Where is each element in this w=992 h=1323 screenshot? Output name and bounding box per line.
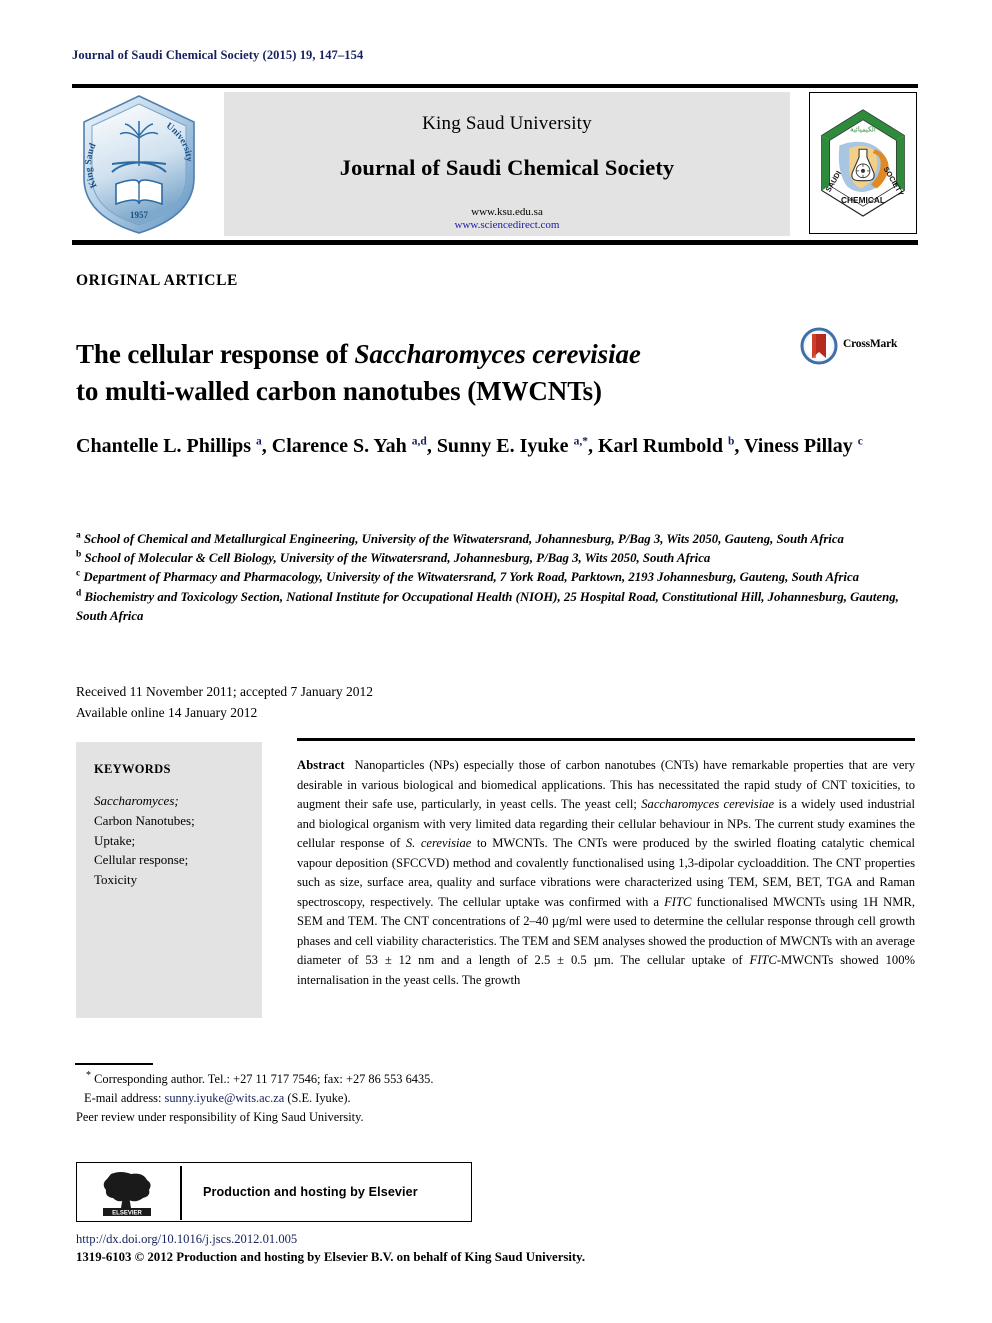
running-head: Journal of Saudi Chemical Society (2015)…: [72, 48, 364, 62]
affiliation-text: Biochemistry and Toxicology Section, Nat…: [76, 589, 899, 623]
author-name: Viness Pillay: [744, 435, 858, 457]
author-affiliation-marker: c: [857, 435, 863, 448]
author-affiliation-marker: a,*: [573, 435, 588, 448]
masthead-top-rule: [72, 84, 918, 88]
svg-text:CHEMICAL: CHEMICAL: [841, 195, 885, 205]
elsevier-production-box: ELSEVIER Production and hosting by Elsev…: [76, 1162, 472, 1222]
footnotes: * Corresponding author. Tel.: +27 11 717…: [76, 1070, 496, 1127]
peer-review-note: Peer review under responsibility of King…: [76, 1110, 364, 1125]
author-separator: ,: [734, 435, 745, 457]
masthead-university-name: King Saud University: [422, 113, 592, 134]
publication-dates: Received 11 November 2011; accepted 7 Ja…: [76, 682, 373, 723]
abstract-label: Abstract: [297, 758, 345, 772]
author-separator: ,: [261, 435, 272, 457]
elsevier-tree-icon: ELSEVIER: [103, 1172, 151, 1217]
affiliation-item: a School of Chemical and Metallurgical E…: [76, 530, 908, 549]
masthead-sciencedirect-url[interactable]: www.sciencedirect.com: [224, 219, 790, 231]
author-name: Clarence S. Yah: [271, 435, 412, 457]
journal-article-page: Journal of Saudi Chemical Society (2015)…: [0, 0, 992, 1323]
email-link[interactable]: sunny.iyuke@wits.ac.za: [165, 1091, 285, 1105]
author-name: Karl Rumbold: [597, 435, 728, 457]
masthead-center-panel: King Saud University Journal of Saudi Ch…: [224, 92, 790, 236]
keywords-heading: KEYWORDS: [94, 762, 171, 776]
title-species-italic: Saccharomyces cerevisiae: [354, 339, 641, 370]
article-type-label: ORIGINAL ARTICLE: [76, 272, 238, 289]
keywords-box: KEYWORDS Saccharomyces; Carbon Nanotubes;…: [76, 742, 262, 1018]
crossmark-icon: [800, 327, 838, 365]
asterisk-marker: *: [86, 1069, 91, 1081]
masthead-journal-title: Journal of Saudi Chemical Society: [339, 155, 675, 180]
title-line1-prefix: The cellular response of: [76, 339, 355, 370]
date-received: Received 11 November 2011; accepted 7 Ja…: [76, 684, 374, 699]
corresponding-author-note: * Corresponding author. Tel.: +27 11 717…: [76, 1070, 496, 1089]
affiliation-text: School of Molecular & Cell Biology, Univ…: [81, 551, 711, 566]
author-affiliation-marker: a,d: [411, 435, 427, 448]
svg-text:ELSEVIER: ELSEVIER: [112, 1211, 142, 1217]
abstract-italic-2: S. cerevisiae: [405, 836, 472, 851]
author-separator: ,: [426, 435, 437, 457]
title-line2: to multi-walled carbon nanotubes (MWCNTs…: [76, 375, 602, 406]
copyright-line: 1319-6103 © 2012 Production and hosting …: [76, 1250, 586, 1264]
crossmark-badge[interactable]: CrossMark: [800, 327, 912, 367]
email-label: E-mail address:: [84, 1091, 162, 1106]
elsevier-production-text: Production and hosting by Elsevier: [203, 1185, 418, 1199]
abstract-text: Abstract Nanoparticles (NPs) especially …: [297, 756, 915, 990]
keywords-list: Saccharomyces; Carbon Nanotubes; Uptake; Ce…: [76, 777, 262, 890]
journal-masthead: King Saud University 1957 King Saud Univ…: [72, 90, 918, 236]
affiliation-list: a School of Chemical and Metallurgical E…: [76, 530, 908, 626]
keyword-item: Cellular response;: [94, 852, 189, 868]
abstract-italic-4: FITC: [749, 953, 777, 968]
svg-text:الكيميائية: الكيميائية: [850, 126, 876, 134]
affiliation-text: School of Chemical and Metallurgical Eng…: [80, 532, 844, 546]
saudi-chemical-society-logo: الكيميائية SAUDI SOCIETY CHEMICAL: [809, 92, 917, 234]
author-separator: ,: [587, 435, 598, 457]
footnote-separator-rule: [75, 1063, 153, 1065]
crossmark-label: CrossMark: [843, 338, 898, 350]
abstract-top-rule: [297, 738, 915, 741]
author-name: Chantelle L. Phillips: [76, 435, 257, 457]
affiliation-item: d Biochemistry and Toxicology Section, N…: [76, 588, 908, 626]
author-list: Chantelle L. Phillips a, Clarence S. Yah…: [76, 432, 906, 461]
keyword-item: Uptake;: [94, 832, 136, 848]
abstract-italic-3: FITC: [664, 894, 692, 909]
affiliation-item: b School of Molecular & Cell Biology, Un…: [76, 549, 908, 568]
abstract-italic-1: Saccharomyces cerevisiae: [641, 797, 775, 812]
email-owner: (S.E. Iyuke).: [287, 1091, 351, 1106]
page-title: The cellular response of Saccharomyces c…: [76, 336, 776, 409]
keyword-item: Carbon Nanotubes;: [94, 812, 195, 828]
keyword-item: Toxicity: [94, 872, 138, 887]
masthead-ksu-url[interactable]: www.ksu.edu.sa: [224, 206, 790, 218]
affiliation-text: Department of Pharmacy and Pharmacology,…: [80, 570, 860, 585]
email-note: E-mail address: sunny.iyuke@wits.ac.za (…: [76, 1089, 496, 1108]
date-available-online: Available online 14 January 2012: [76, 704, 258, 720]
keyword-item: Saccharomyces;: [94, 793, 179, 808]
masthead-bottom-rule: [72, 240, 918, 245]
elsevier-divider: [180, 1166, 182, 1220]
author-name: Sunny E. Iyuke: [436, 435, 574, 457]
king-saud-university-logo: King Saud University 1957: [76, 92, 202, 236]
svg-text:1957: 1957: [130, 210, 149, 220]
doi-link[interactable]: http://dx.doi.org/10.1016/j.jscs.2012.01…: [76, 1232, 297, 1247]
corresponding-author-text: Corresponding author. Tel.: +27 11 717 7…: [94, 1072, 434, 1086]
affiliation-item: c Department of Pharmacy and Pharmacolog…: [76, 568, 908, 587]
